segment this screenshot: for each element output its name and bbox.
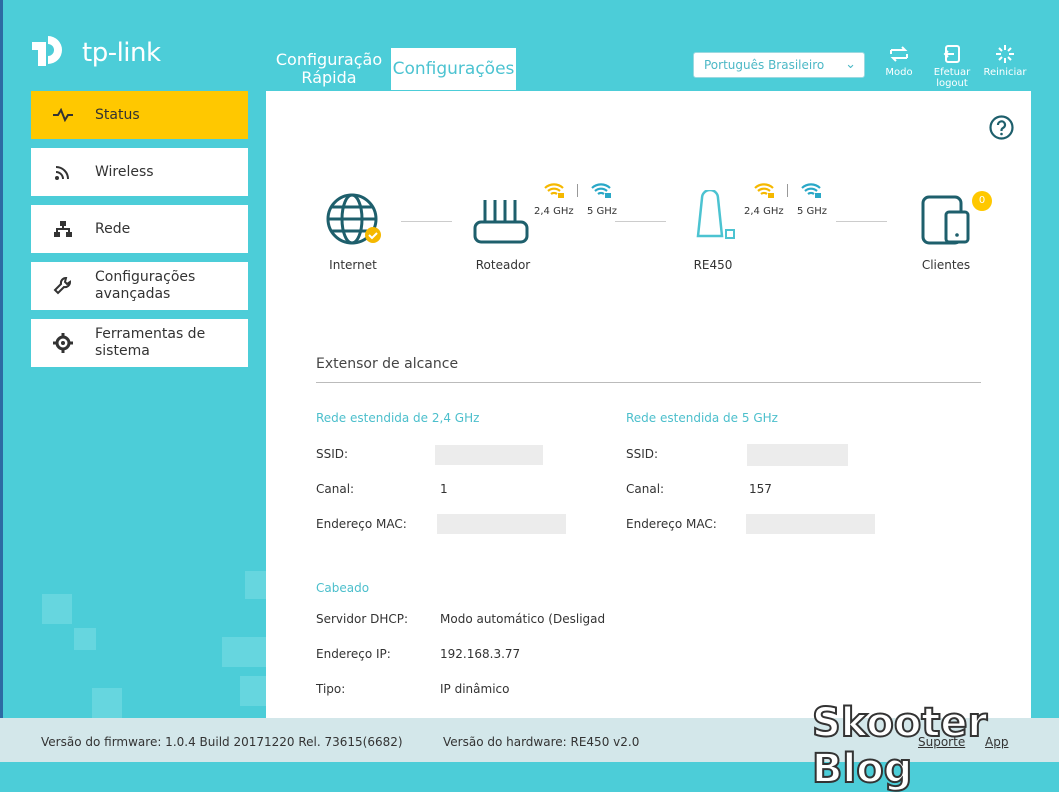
net24-channel-value: 1 bbox=[440, 482, 448, 496]
sidebar-item-label: Wireless bbox=[95, 163, 154, 180]
link-line bbox=[836, 221, 887, 222]
net24-channel-label: Canal: bbox=[316, 482, 355, 496]
wired-title: Cabeado bbox=[316, 581, 370, 595]
net24-mac-label: Endereço MAC: bbox=[316, 517, 407, 531]
net24-title: Rede estendida de 2,4 GHz bbox=[316, 411, 480, 425]
net5-ssid-label: SSID: bbox=[626, 447, 659, 461]
dhcp-value: Modo automático (Desligad bbox=[440, 612, 606, 626]
tab-settings-label: Configurações bbox=[392, 59, 515, 79]
sidebar-item-label-2: sistema bbox=[95, 343, 150, 359]
net24-mac-value-redacted bbox=[437, 514, 566, 534]
clients-icon bbox=[921, 195, 970, 245]
internet-label: Internet bbox=[329, 258, 377, 272]
net24-ssid-label: SSID: bbox=[316, 447, 349, 461]
mode-icon bbox=[890, 46, 908, 62]
net24-ssid-value-redacted bbox=[435, 445, 543, 465]
wifi-24-icon bbox=[754, 183, 774, 198]
sidebar-item-label: Status bbox=[95, 106, 140, 123]
logout-button[interactable]: Efetuar logout bbox=[930, 44, 974, 89]
tp-link-logo: tp-link bbox=[30, 30, 161, 76]
window-edge bbox=[0, 0, 3, 762]
status-icon bbox=[53, 108, 73, 122]
help-icon[interactable] bbox=[989, 115, 1014, 140]
decor-shape bbox=[240, 676, 266, 706]
section-title: Extensor de alcance bbox=[316, 356, 459, 372]
sidebar-item-system-tools[interactable]: Ferramentas de sistema bbox=[31, 319, 248, 367]
tab-quick-setup[interactable]: Configuração Rápida bbox=[270, 48, 388, 90]
link-line bbox=[401, 221, 452, 222]
net5-title: Rede estendida de 5 GHz bbox=[626, 411, 778, 425]
sidebar-item-label-1: Ferramentas de bbox=[95, 326, 206, 342]
language-value: Português Brasileiro bbox=[704, 58, 825, 72]
tab-quick-setup-line2: Rápida bbox=[301, 68, 357, 87]
sidebar-item-rede[interactable]: Rede bbox=[31, 205, 248, 253]
sidebar-item-advanced[interactable]: Configurações avançadas bbox=[31, 262, 248, 310]
ip-value: 192.168.3.77 bbox=[440, 647, 521, 661]
extender-band-5: 5 GHz bbox=[797, 206, 828, 217]
ip-label: Endereço IP: bbox=[316, 647, 391, 661]
reboot-button[interactable]: Reiniciar bbox=[983, 44, 1027, 78]
router-band-24: 2,4 GHz bbox=[534, 206, 574, 217]
router-icon bbox=[473, 200, 529, 244]
separator bbox=[577, 184, 578, 197]
link-line bbox=[615, 221, 666, 222]
mode-button[interactable]: Modo bbox=[877, 44, 921, 78]
extender-icon bbox=[696, 190, 735, 239]
decor-shape bbox=[92, 688, 122, 718]
dhcp-label: Servidor DHCP: bbox=[316, 612, 408, 626]
wifi-5-icon bbox=[801, 183, 821, 198]
net5-channel-label: Canal: bbox=[626, 482, 665, 496]
extender-band-24: 2,4 GHz bbox=[744, 206, 784, 217]
reboot-icon bbox=[996, 45, 1014, 63]
clients-count-badge: 0 bbox=[972, 191, 992, 211]
tab-quick-setup-line1: Configuração bbox=[275, 50, 383, 69]
chevron-down-icon: ⌄ bbox=[845, 57, 856, 72]
type-value: IP dinâmico bbox=[440, 682, 510, 696]
type-label: Tipo: bbox=[316, 682, 346, 696]
wifi-5-icon bbox=[591, 183, 611, 198]
tp-link-logo-icon bbox=[32, 36, 62, 66]
logo-text: tp-link bbox=[82, 38, 161, 68]
clients-label: Clientes bbox=[921, 258, 971, 272]
decor-shape bbox=[245, 571, 266, 599]
sidebar-item-label: Rede bbox=[95, 220, 131, 237]
firmware-version: Versão do firmware: 1.0.4 Build 20171220… bbox=[41, 735, 403, 749]
wifi-24-icon bbox=[544, 183, 564, 198]
router-label: Roteador bbox=[475, 258, 531, 272]
gear-icon bbox=[53, 333, 73, 353]
logout-label-1: Efetuar bbox=[933, 67, 971, 78]
decor-shape bbox=[42, 594, 72, 624]
wrench-icon bbox=[53, 277, 71, 295]
tab-settings[interactable]: Configurações bbox=[391, 48, 516, 90]
network-icon bbox=[54, 221, 72, 237]
sidebar-item-wireless[interactable]: Wireless bbox=[31, 148, 248, 196]
sidebar-item-label-2: avançadas bbox=[95, 286, 171, 302]
mode-label: Modo bbox=[885, 67, 913, 78]
logout-label-2: logout bbox=[936, 78, 968, 89]
sidebar-item-label-1: Configurações bbox=[95, 269, 196, 285]
net5-channel-value: 157 bbox=[749, 482, 772, 496]
net5-mac-label: Endereço MAC: bbox=[626, 517, 717, 531]
section-divider bbox=[316, 382, 981, 383]
decor-shape bbox=[222, 637, 266, 667]
router-band-5: 5 GHz bbox=[587, 206, 618, 217]
watermark: Skooter Blog bbox=[811, 699, 988, 792]
net5-mac-value-redacted bbox=[746, 514, 875, 534]
globe-icon bbox=[326, 193, 381, 245]
hardware-version: Versão do hardware: RE450 v2.0 bbox=[443, 735, 640, 749]
extender-label: RE450 bbox=[693, 258, 733, 272]
decor-shape bbox=[74, 628, 96, 650]
net5-ssid-value-redacted bbox=[747, 444, 848, 466]
language-select[interactable]: Português Brasileiro ⌄ bbox=[693, 52, 865, 78]
sidebar-item-status[interactable]: Status bbox=[31, 91, 248, 139]
logout-icon bbox=[943, 45, 960, 63]
wireless-icon bbox=[55, 166, 69, 180]
separator bbox=[787, 184, 788, 197]
reboot-label: Reiniciar bbox=[983, 67, 1027, 78]
